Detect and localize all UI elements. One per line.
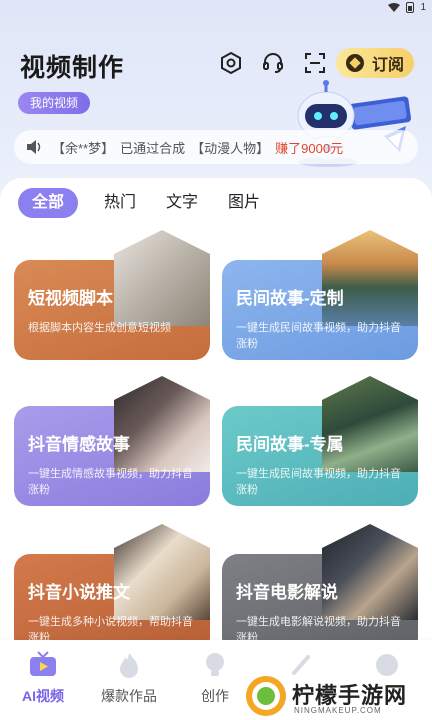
settings-hexagon-icon (221, 51, 241, 75)
customer-service-button[interactable] (260, 50, 286, 76)
template-card-folk-story-custom[interactable]: 民间故事-定制 一键生成民间故事视频，助力抖音涨粉 (222, 230, 418, 360)
tab-image[interactable]: 图片 (228, 188, 260, 218)
tab-text[interactable]: 文字 (166, 188, 198, 218)
ticker-user: 【余**梦】 (52, 140, 115, 156)
card-title: 抖音小说推文 (28, 583, 130, 602)
nav-label: AI视频 (22, 688, 64, 704)
announcement-ticker: 【余**梦】 已通过合成 【动漫人物】 赚了9000元 (14, 130, 418, 164)
card-description: 一键生成民间故事视频，助力抖音涨粉 (236, 468, 401, 496)
headset-icon (263, 53, 283, 73)
template-card-movie-commentary[interactable]: 抖音电影解说 一键生成电影解说视频，助力抖音涨粉 (222, 524, 418, 654)
flame-icon (114, 650, 144, 680)
settings-button[interactable] (218, 50, 244, 76)
template-card-emotional-story[interactable]: 抖音情感故事 一键生成情感故事视频，助力抖音涨粉 (14, 376, 210, 506)
card-title: 民间故事-专属 (236, 435, 344, 454)
tab-hot[interactable]: 热门 (104, 188, 136, 218)
card-description: 一键生成民间故事视频，助力抖音涨粉 (236, 322, 401, 350)
tv-icon (28, 650, 58, 680)
tab-all[interactable]: 全部 (18, 188, 79, 218)
subscribe-button[interactable]: 订阅 (336, 48, 414, 78)
template-card-folk-story-exclusive[interactable]: 民间故事-专属 一键生成民间故事视频，助力抖音涨粉 (222, 376, 418, 506)
card-description: 根据脚本内容生成创意短视频 (28, 322, 171, 334)
lemon-logo-icon (246, 676, 286, 716)
lightbulb-icon (200, 650, 230, 680)
watermark-subtext: NINGMAKEUP.COM (294, 706, 382, 715)
subscribe-label: 订阅 (371, 57, 404, 74)
scan-button[interactable] (302, 50, 328, 76)
template-card-short-video-script[interactable]: 短视频脚本 根据脚本内容生成创意短视频 (14, 230, 210, 360)
landscape-photo-image (322, 230, 418, 326)
speaker-icon (27, 140, 41, 154)
ticker-earned: 赚了9000元 (275, 140, 344, 156)
page-title: 视频制作 (20, 54, 125, 82)
card-title: 民间故事-定制 (236, 289, 344, 308)
couple-photo-image (114, 376, 210, 472)
status-bar: 1 (0, 0, 432, 18)
ticker-category: 【动漫人物】 (191, 140, 270, 156)
diamond-icon (345, 54, 364, 72)
book-photo-image (114, 230, 210, 326)
category-tabs: 全部 热门 文字 图片 (18, 188, 290, 218)
card-title: 抖音电影解说 (236, 583, 338, 602)
wifi-icon (388, 2, 401, 12)
template-card-novel-recommendation[interactable]: 抖音小说推文 一键生成多种小说视频，帮助抖音涨粉 (14, 524, 210, 654)
open-book-photo-image (114, 524, 210, 620)
watermark-logo: 柠檬手游网 NINGMAKEUP.COM (246, 676, 426, 720)
card-description: 一键生成情感故事视频，助力抖音涨粉 (28, 468, 193, 496)
nav-hit-works[interactable]: 爆款作品 (86, 650, 172, 706)
scan-icon (305, 53, 325, 73)
ticker-action: 已通过合成 (120, 140, 186, 156)
railway-photo-image (322, 376, 418, 472)
status-number: 1 (420, 2, 426, 13)
nav-ai-video[interactable]: AI视频 (0, 650, 86, 706)
my-videos-button[interactable]: 我的视频 (18, 92, 91, 114)
battery-icon (406, 2, 415, 13)
card-title: 抖音情感故事 (28, 435, 130, 454)
template-panel: 全部 热门 文字 图片 短视频脚本 根据脚本内容生成创意短视频 民间故事-定制 … (0, 178, 432, 654)
card-title: 短视频脚本 (28, 289, 113, 308)
nav-label: 爆款作品 (101, 688, 157, 704)
movie-set-photo-image (322, 524, 418, 620)
